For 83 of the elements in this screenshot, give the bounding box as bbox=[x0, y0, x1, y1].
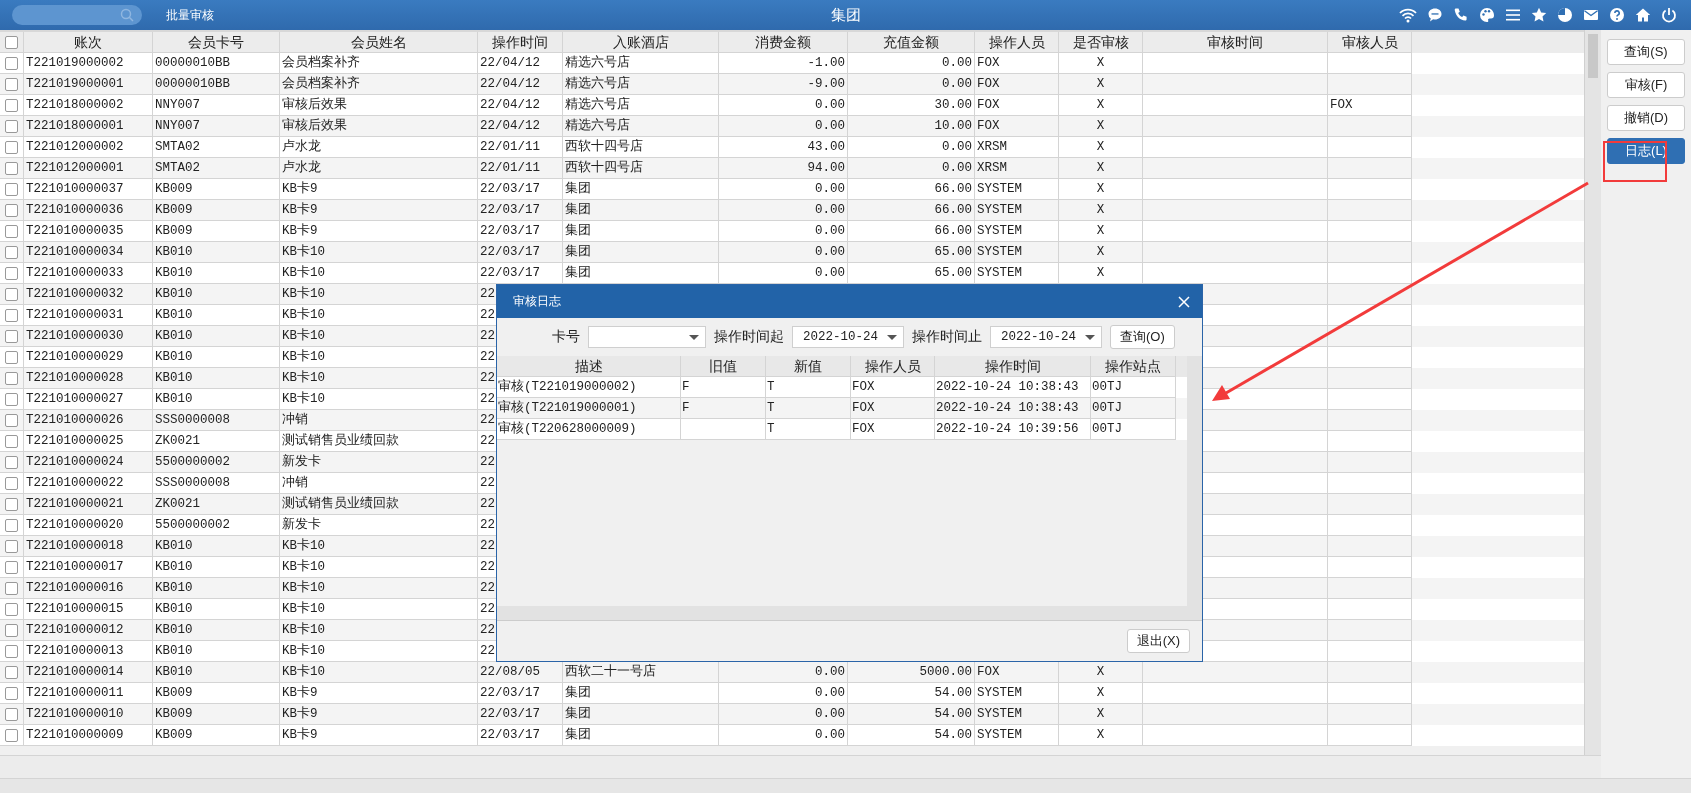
scrollbar[interactable] bbox=[1187, 356, 1202, 606]
table-cell: 00TJ bbox=[1091, 419, 1176, 440]
table-cell: 2022-10-24 10:39:56 bbox=[935, 419, 1091, 440]
star-icon[interactable] bbox=[1531, 7, 1547, 23]
row-checkbox[interactable] bbox=[5, 161, 18, 175]
date-picker[interactable]: 2022-10-24 bbox=[792, 326, 904, 348]
palette-icon[interactable] bbox=[1479, 7, 1495, 23]
table-cell: X bbox=[1059, 725, 1143, 746]
scrollbar[interactable] bbox=[497, 606, 1202, 621]
table-cell: 集团 bbox=[563, 725, 719, 746]
menu-icon[interactable] bbox=[1505, 7, 1521, 23]
row-checkbox[interactable] bbox=[5, 707, 18, 721]
table-cell: SYSTEM bbox=[975, 725, 1059, 746]
row-checkbox[interactable] bbox=[5, 686, 18, 700]
table-cell: 0.00 bbox=[719, 725, 848, 746]
row-checkbox[interactable] bbox=[5, 224, 18, 238]
row-checkbox[interactable] bbox=[5, 308, 18, 322]
row-checkbox[interactable] bbox=[5, 119, 18, 133]
caret-icon bbox=[1085, 334, 1095, 340]
row-checkbox[interactable] bbox=[5, 140, 18, 154]
row-checkbox[interactable] bbox=[5, 77, 18, 91]
row-checkbox[interactable] bbox=[5, 56, 18, 70]
caret-icon bbox=[887, 334, 897, 340]
row-checkbox[interactable] bbox=[5, 728, 18, 742]
mail-icon[interactable] bbox=[1583, 7, 1599, 23]
table-cell: 54.00 bbox=[848, 725, 975, 746]
table-cell: T221010000009 bbox=[24, 725, 153, 746]
row-checkbox[interactable] bbox=[5, 392, 18, 406]
row-checkbox[interactable] bbox=[5, 266, 18, 280]
pie-chart-icon[interactable] bbox=[1557, 7, 1573, 23]
row-checkbox[interactable] bbox=[5, 371, 18, 385]
row-checkbox[interactable] bbox=[5, 98, 18, 112]
exit-button[interactable]: 退出(X) bbox=[1126, 629, 1190, 653]
row-checkbox[interactable] bbox=[5, 623, 18, 637]
row-checkbox[interactable] bbox=[5, 245, 18, 259]
search-field[interactable] bbox=[12, 5, 142, 25]
row-checkbox[interactable] bbox=[5, 539, 18, 553]
scroll-thumb[interactable] bbox=[1588, 34, 1599, 78]
row-checkbox[interactable] bbox=[5, 203, 18, 217]
scrollbar[interactable] bbox=[1584, 30, 1602, 755]
power-icon[interactable] bbox=[1661, 7, 1677, 23]
highlight-frame bbox=[1603, 141, 1667, 182]
row-checkbox[interactable] bbox=[5, 602, 18, 616]
toolbar-button[interactable]: 查询(S) bbox=[1607, 39, 1685, 65]
row-checkbox[interactable] bbox=[5, 518, 18, 532]
row-checkbox[interactable] bbox=[5, 476, 18, 490]
close-icon[interactable] bbox=[1178, 295, 1190, 308]
row-checkbox[interactable] bbox=[5, 329, 18, 343]
row-checkbox[interactable] bbox=[5, 413, 18, 427]
search-icon bbox=[120, 8, 134, 22]
row-checkbox[interactable] bbox=[5, 560, 18, 574]
select-all-checkbox[interactable] bbox=[5, 35, 18, 49]
table-cell: KB009 bbox=[153, 725, 280, 746]
chat-icon[interactable] bbox=[1427, 7, 1443, 23]
help-icon[interactable] bbox=[1609, 7, 1625, 23]
table-cell: 22/03/17 bbox=[478, 725, 563, 746]
field-label: 操作时间止 bbox=[912, 328, 982, 346]
toolbar-button[interactable]: 撤销(D) bbox=[1607, 105, 1685, 131]
table-cell: FOX bbox=[851, 419, 935, 440]
scrollbar[interactable] bbox=[0, 755, 1601, 778]
row-checkbox[interactable] bbox=[5, 350, 18, 364]
module-label[interactable]: 批量审核 bbox=[166, 6, 214, 24]
table-cell: KB卡9 bbox=[280, 725, 478, 746]
row-checkbox[interactable] bbox=[5, 581, 18, 595]
row-checkbox[interactable] bbox=[5, 455, 18, 469]
home-icon[interactable] bbox=[1635, 7, 1651, 23]
row-checkbox[interactable] bbox=[5, 644, 18, 658]
table-cell: T bbox=[766, 419, 851, 440]
query-button[interactable]: 查询(O) bbox=[1110, 325, 1175, 349]
phone-icon[interactable] bbox=[1453, 7, 1469, 23]
row-checkbox[interactable] bbox=[5, 497, 18, 511]
wifi-icon[interactable] bbox=[1399, 7, 1417, 23]
date-picker[interactable]: 2022-10-24 bbox=[990, 326, 1102, 348]
caret-icon bbox=[689, 334, 699, 340]
table-cell: 审核(T220628000009) bbox=[497, 419, 681, 440]
row-checkbox[interactable] bbox=[5, 182, 18, 196]
field-label: 操作时间起 bbox=[714, 328, 784, 346]
app-title: 集团 bbox=[830, 5, 861, 25]
toolbar-button[interactable]: 审核(F) bbox=[1607, 72, 1685, 98]
card-number-dropdown[interactable] bbox=[588, 326, 706, 348]
row-checkbox[interactable] bbox=[5, 665, 18, 679]
row-checkbox[interactable] bbox=[5, 434, 18, 448]
row-checkbox[interactable] bbox=[5, 287, 18, 301]
